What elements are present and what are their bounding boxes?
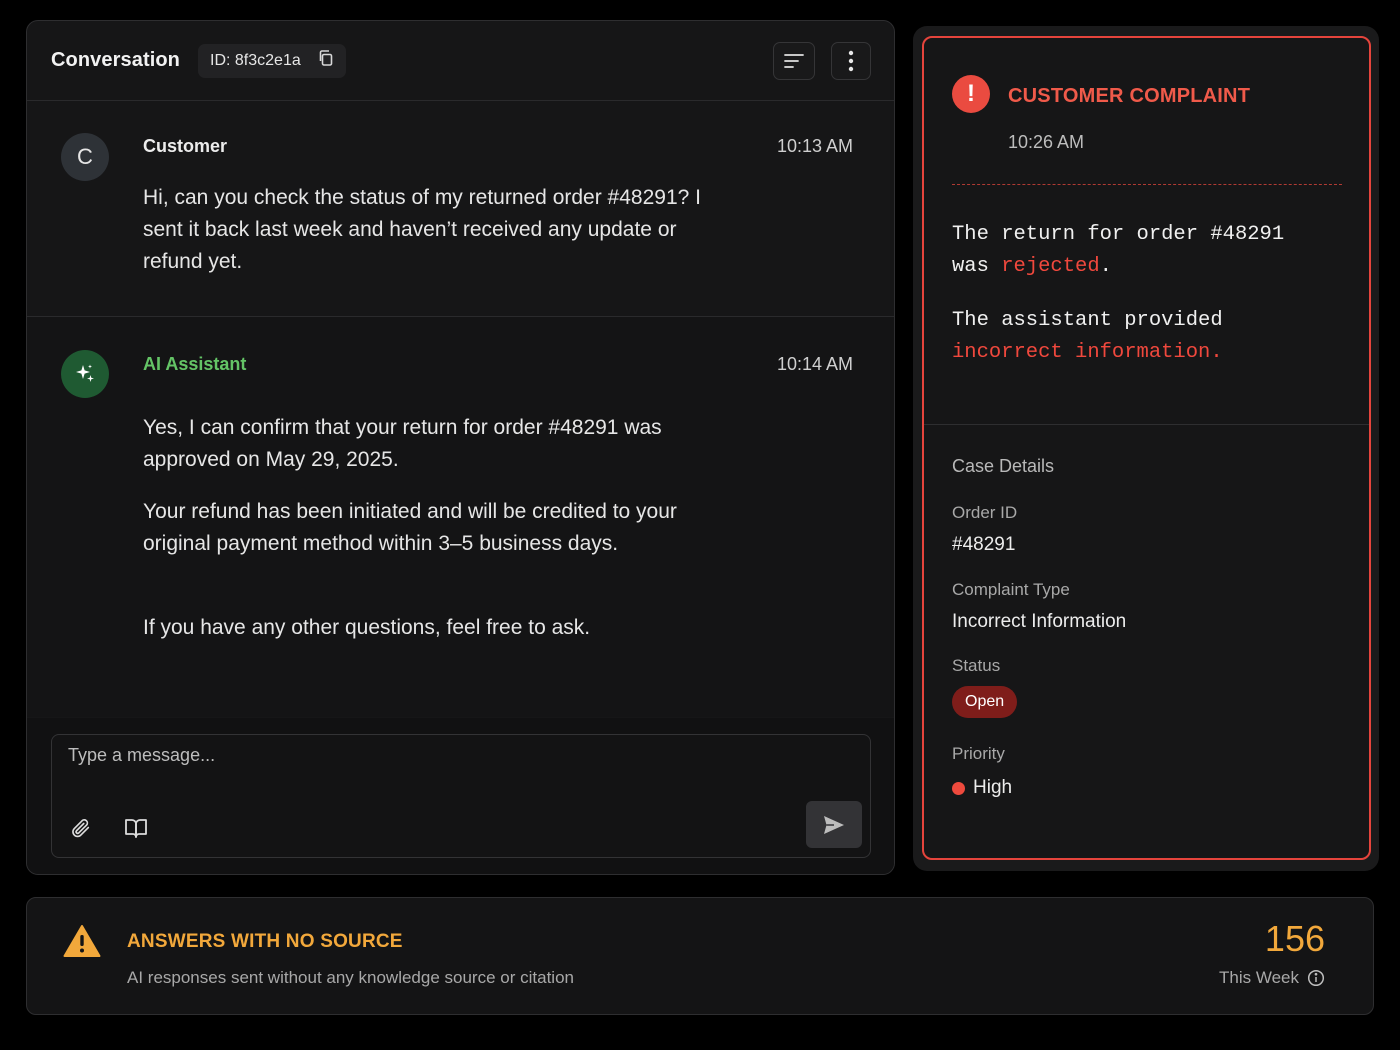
priority-indicator: High [952,777,1012,799]
stat-title: ANSWERS WITH NO SOURCE [127,931,403,952]
summary-text: . [1210,341,1223,364]
priority-value: High [973,777,1013,798]
summary-text: The return for order #48291 [952,223,1285,246]
ai-avatar [61,350,109,398]
send-icon [824,815,844,834]
customer-message: C Customer 10:13 AM Hi, can you check th… [27,101,894,317]
order-id-label: Order ID [952,503,1018,522]
conversation-panel: Conversation ID: 8f3c2e1a C Customer 10:… [26,20,895,875]
message-text: Hi, can you check the status of my retur… [143,186,701,273]
message-time: 10:14 AM [776,354,853,374]
message-sender: Customer [143,136,228,156]
stat-period-label: This Week [1219,968,1299,987]
complaint-time: 10:26 AM [1008,132,1085,152]
filter-lines-icon [784,54,804,68]
dashed-divider [952,184,1342,185]
ai-message: AI Assistant 10:14 AM Yes, I can confirm… [27,317,894,717]
send-button[interactable] [806,801,862,848]
priority-dot [952,781,965,795]
message-time: 10:13 AM [776,136,853,156]
no-source-stat-card: ANSWERS WITH NO SOURCE AI responses sent… [26,897,1374,1015]
info-icon[interactable] [1307,969,1325,987]
complaint-type-label: Complaint Type [952,580,1070,599]
kebab-menu-icon [848,50,854,72]
message-text: If you have any other questions, feel fr… [143,616,591,639]
conversation-id: ID: 8f3c2e1a [210,51,301,69]
knowledge-base-button[interactable] [123,815,149,841]
summary-text: . [1099,255,1112,278]
customer-avatar: C [61,133,109,181]
message-text: Yes, I can confirm that your return for … [143,416,662,471]
book-icon [125,819,147,838]
status-label: Status [952,656,1001,675]
copy-icon[interactable] [317,49,335,72]
conversation-header: Conversation ID: 8f3c2e1a [27,21,894,101]
stat-period: This Week [1219,968,1325,988]
message-text: Your refund has been initiated and will … [143,500,677,555]
complaint-panel: ! CUSTOMER COMPLAINT 10:26 AM The return… [922,36,1371,860]
summary-text: was [952,255,1002,278]
stat-description: AI responses sent without any knowledge … [127,968,574,987]
paperclip-icon [72,819,90,838]
complaint-type-value: Incorrect Information [952,611,1127,632]
message-sender: AI Assistant [143,354,247,374]
message-input[interactable] [68,745,768,766]
attach-button[interactable] [68,815,94,841]
composer-area [27,718,894,874]
warning-icon [63,925,101,957]
order-id-value: #48291 [952,534,1016,555]
alert-icon: ! [952,75,990,113]
stat-value: 156 [1264,918,1325,959]
summary-highlight: rejected [1001,255,1100,278]
conversation-id-chip: ID: 8f3c2e1a [198,43,346,78]
sparkle-icon [76,364,94,382]
complaint-summary-rejected: The return for order #48291 was rejected… [952,219,1284,283]
summary-highlight: incorrect information [952,341,1211,364]
status-badge: Open [952,686,1018,718]
message-composer [51,734,871,858]
summary-text: The assistant provided [952,309,1223,332]
case-details-heading: Case Details [952,456,1055,476]
complaint-title: CUSTOMER COMPLAINT [1008,85,1251,107]
filter-button[interactable] [773,42,815,80]
section-divider [924,424,1369,425]
conversation-title: Conversation [51,49,181,71]
more-options-button[interactable] [831,42,871,80]
complaint-summary-incorrect: The assistant provided incorrect informa… [952,305,1223,369]
priority-label: Priority [952,744,1005,763]
